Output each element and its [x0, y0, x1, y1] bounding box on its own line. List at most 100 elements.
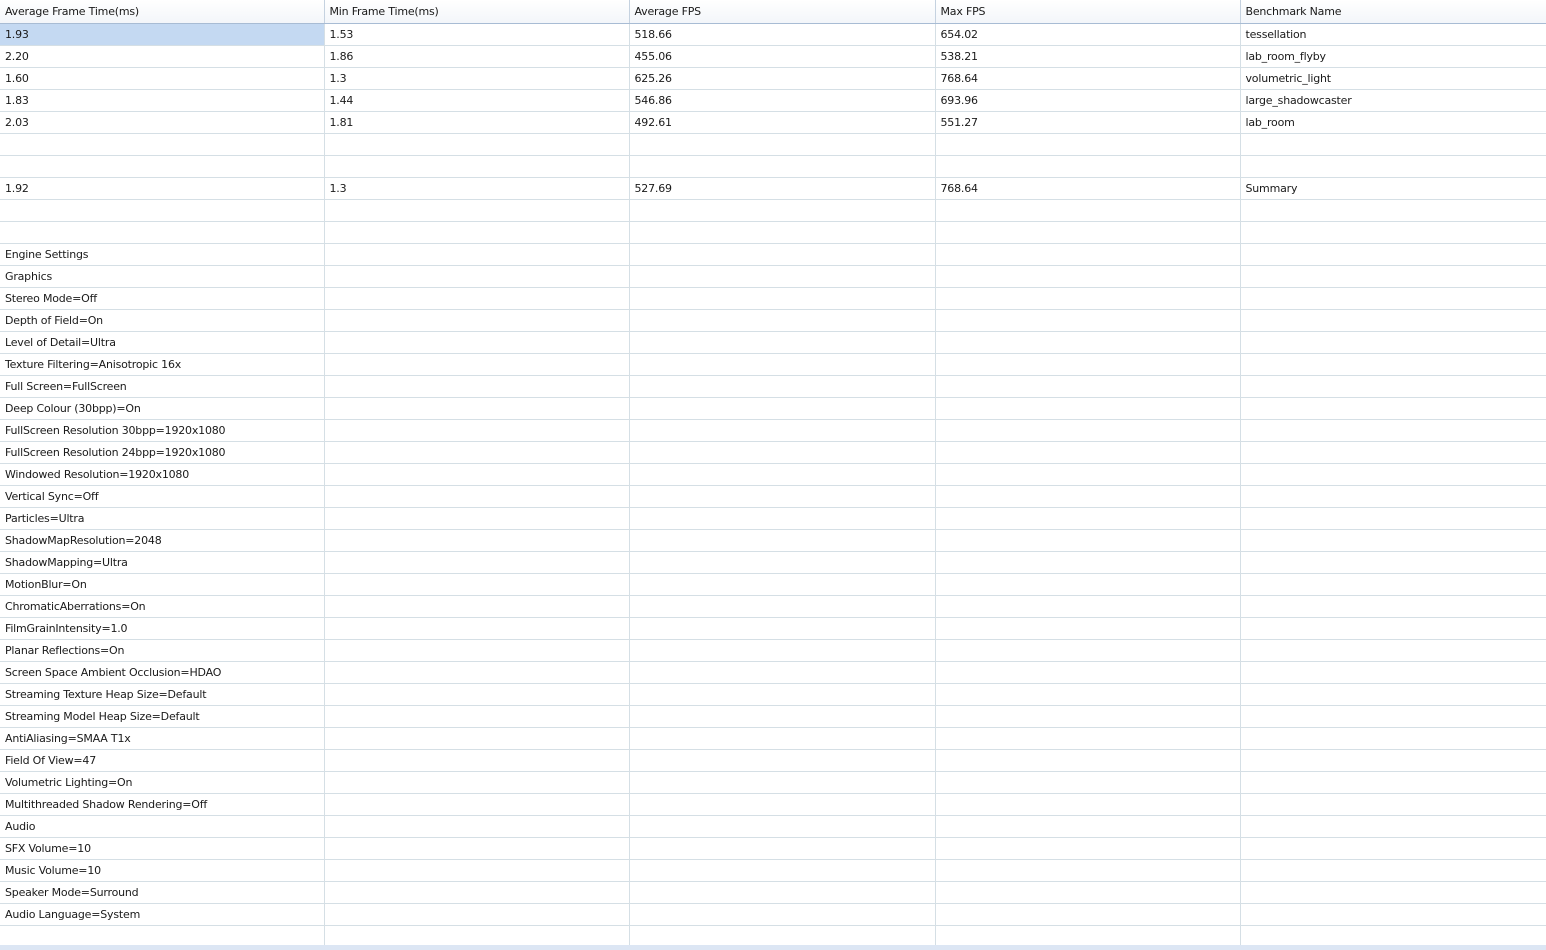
table-cell[interactable]: 538.21	[935, 45, 1241, 68]
table-cell[interactable]: 1.3	[324, 67, 630, 90]
table-row[interactable]: Audio Language=System	[0, 903, 1546, 926]
table-cell[interactable]: Engine Settings	[0, 243, 325, 266]
table-cell[interactable]: Summary	[1240, 177, 1546, 200]
table-cell[interactable]	[1240, 903, 1546, 926]
table-cell[interactable]	[629, 529, 936, 552]
table-cell[interactable]	[935, 441, 1241, 464]
table-row[interactable]: Texture Filtering=Anisotropic 16x	[0, 353, 1546, 376]
table-cell[interactable]: Planar Reflections=On	[0, 639, 325, 662]
table-cell[interactable]	[629, 133, 936, 156]
table-row[interactable]: 1.92 1.3 527.69 768.64 Summary	[0, 177, 1546, 200]
table-cell[interactable]: 768.64	[935, 177, 1241, 200]
table-cell[interactable]: FullScreen Resolution 24bpp=1920x1080	[0, 441, 325, 464]
table-cell[interactable]: 2.20	[0, 45, 325, 68]
table-cell[interactable]	[1240, 815, 1546, 838]
table-cell[interactable]: FilmGrainIntensity=1.0	[0, 617, 325, 640]
table-cell[interactable]: Particles=Ultra	[0, 507, 325, 530]
table-cell[interactable]	[1240, 199, 1546, 222]
table-cell[interactable]	[324, 133, 630, 156]
table-cell[interactable]	[324, 903, 630, 926]
table-row[interactable]: Music Volume=10	[0, 859, 1546, 882]
table-cell[interactable]: tessellation	[1240, 23, 1546, 46]
table-row[interactable]: FullScreen Resolution 30bpp=1920x1080	[0, 419, 1546, 442]
table-cell[interactable]: Volumetric Lighting=On	[0, 771, 325, 794]
table-cell[interactable]	[324, 771, 630, 794]
table-cell[interactable]	[324, 661, 630, 684]
table-cell[interactable]: SFX Volume=10	[0, 837, 325, 860]
table-cell[interactable]	[1240, 925, 1546, 948]
table-cell[interactable]	[1240, 793, 1546, 816]
table-cell[interactable]	[324, 463, 630, 486]
table-cell[interactable]	[935, 573, 1241, 596]
table-cell[interactable]	[629, 287, 936, 310]
table-row[interactable]: ShadowMapping=Ultra	[0, 551, 1546, 574]
table-row[interactable]: FullScreen Resolution 24bpp=1920x1080	[0, 441, 1546, 464]
table-cell[interactable]	[1240, 397, 1546, 420]
table-cell[interactable]	[324, 529, 630, 552]
table-cell[interactable]	[629, 507, 936, 530]
table-cell[interactable]	[1240, 243, 1546, 266]
table-cell[interactable]	[629, 595, 936, 618]
table-cell[interactable]	[935, 287, 1241, 310]
table-cell[interactable]	[629, 749, 936, 772]
table-cell[interactable]	[629, 551, 936, 574]
table-cell[interactable]	[935, 419, 1241, 442]
table-cell[interactable]: Windowed Resolution=1920x1080	[0, 463, 325, 486]
table-row[interactable]: Volumetric Lighting=On	[0, 771, 1546, 794]
table-cell[interactable]: 551.27	[935, 111, 1241, 134]
table-row[interactable]: 1.60 1.3 625.26 768.64 volumetric_light	[0, 67, 1546, 90]
table-cell[interactable]	[324, 573, 630, 596]
table-cell[interactable]	[324, 419, 630, 442]
table-cell[interactable]	[1240, 727, 1546, 750]
table-cell[interactable]: Full Screen=FullScreen	[0, 375, 325, 398]
table-cell[interactable]	[629, 925, 936, 948]
table-cell[interactable]	[629, 881, 936, 904]
table-cell[interactable]	[324, 353, 630, 376]
table-cell[interactable]	[629, 243, 936, 266]
table-cell[interactable]	[935, 837, 1241, 860]
table-cell[interactable]: AntiAliasing=SMAA T1x	[0, 727, 325, 750]
table-cell[interactable]	[1240, 551, 1546, 574]
table-cell[interactable]: Graphics	[0, 265, 325, 288]
table-cell[interactable]	[1240, 661, 1546, 684]
table-cell[interactable]	[0, 925, 325, 948]
table-cell[interactable]: 527.69	[629, 177, 936, 200]
table-cell[interactable]	[629, 705, 936, 728]
table-cell[interactable]: MotionBlur=On	[0, 573, 325, 596]
table-cell[interactable]	[935, 859, 1241, 882]
table-cell[interactable]: volumetric_light	[1240, 67, 1546, 90]
table-cell[interactable]	[1240, 375, 1546, 398]
table-cell[interactable]: lab_room_flyby	[1240, 45, 1546, 68]
table-row[interactable]: Multithreaded Shadow Rendering=Off	[0, 793, 1546, 816]
table-cell[interactable]	[324, 155, 630, 178]
table-cell[interactable]	[935, 683, 1241, 706]
table-cell[interactable]: Streaming Texture Heap Size=Default	[0, 683, 325, 706]
table-cell[interactable]: 1.60	[0, 67, 325, 90]
table-cell[interactable]: Level of Detail=Ultra	[0, 331, 325, 354]
table-cell[interactable]: Multithreaded Shadow Rendering=Off	[0, 793, 325, 816]
table-cell[interactable]	[935, 639, 1241, 662]
table-cell[interactable]	[629, 463, 936, 486]
table-cell[interactable]	[324, 551, 630, 574]
table-row[interactable]: 1.83 1.44 546.86 693.96 large_shadowcaster	[0, 89, 1546, 112]
table-cell[interactable]	[324, 375, 630, 398]
table-cell[interactable]	[1240, 859, 1546, 882]
table-cell[interactable]	[629, 375, 936, 398]
table-row[interactable]	[0, 221, 1546, 244]
table-cell[interactable]	[1240, 573, 1546, 596]
table-row[interactable]: 1.93 1.53 518.66 654.02 tessellation	[0, 23, 1546, 46]
table-row[interactable]: Streaming Texture Heap Size=Default	[0, 683, 1546, 706]
table-cell[interactable]	[935, 727, 1241, 750]
table-cell[interactable]	[935, 397, 1241, 420]
table-row[interactable]: Deep Colour (30bpp)=On	[0, 397, 1546, 420]
table-cell[interactable]	[935, 375, 1241, 398]
table-cell[interactable]	[935, 133, 1241, 156]
table-cell[interactable]: 1.81	[324, 111, 630, 134]
table-cell[interactable]	[1240, 639, 1546, 662]
table-cell[interactable]	[629, 617, 936, 640]
table-cell[interactable]	[1240, 749, 1546, 772]
table-cell[interactable]: Audio Language=System	[0, 903, 325, 926]
table-row[interactable]: Vertical Sync=Off	[0, 485, 1546, 508]
table-cell[interactable]	[324, 749, 630, 772]
table-cell[interactable]: 693.96	[935, 89, 1241, 112]
